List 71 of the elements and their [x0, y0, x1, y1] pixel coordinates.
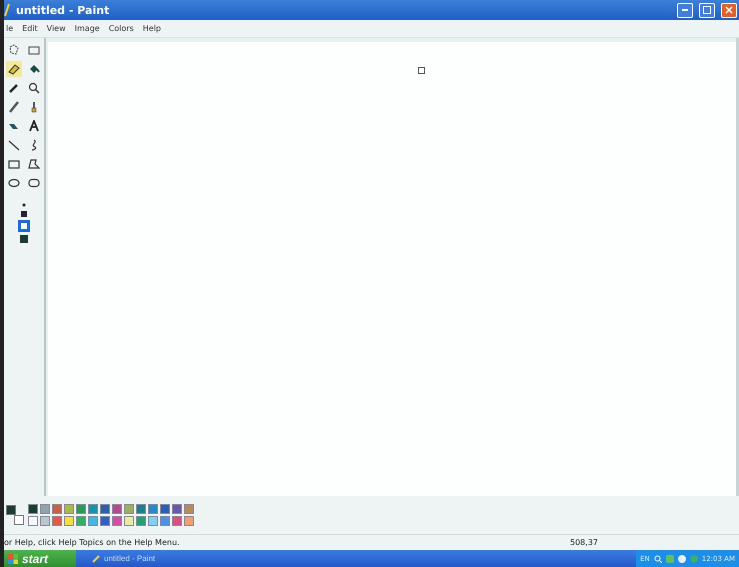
color-swatch[interactable]: [148, 504, 158, 514]
maximize-button[interactable]: [699, 2, 715, 18]
color-swatch[interactable]: [124, 504, 134, 514]
color-swatch[interactable]: [28, 516, 38, 526]
paint-bucket-icon: [28, 63, 40, 75]
color-swatch[interactable]: [172, 516, 182, 526]
color-swatch[interactable]: [112, 516, 122, 526]
current-color-swatch[interactable]: [6, 505, 16, 515]
color-swatch[interactable]: [88, 504, 98, 514]
square-icon: [20, 235, 28, 243]
color-swatch[interactable]: [28, 504, 38, 514]
color-swatch[interactable]: [64, 504, 74, 514]
color-swatch[interactable]: [76, 516, 86, 526]
color-swatch[interactable]: [184, 516, 194, 526]
minimize-icon: [682, 9, 688, 11]
menu-item[interactable]: Colors: [108, 24, 134, 33]
close-icon: [725, 6, 733, 14]
color-swatch[interactable]: [136, 504, 146, 514]
color-swatch[interactable]: [64, 516, 74, 526]
taskbar-button[interactable]: untitled - Paint: [88, 551, 238, 566]
menu-item[interactable]: Help: [142, 24, 162, 33]
ellipse-icon: [8, 177, 20, 189]
menu-item[interactable]: le: [6, 24, 14, 33]
menu-item[interactable]: Image: [74, 24, 100, 33]
tool-button[interactable]: [6, 61, 22, 77]
polygon-icon: [28, 158, 40, 170]
select-icon: [28, 44, 40, 56]
color-swatch[interactable]: [124, 516, 134, 526]
status-message: or Help, click Help Topics on the Help Menu.: [4, 538, 181, 547]
free-select-icon: [8, 44, 20, 56]
magnifier-icon: [28, 82, 40, 94]
color-swatch[interactable]: [40, 504, 50, 514]
color-swatch[interactable]: [184, 504, 194, 514]
menu-item[interactable]: View: [46, 24, 66, 33]
magnifier-icon[interactable]: [654, 554, 662, 562]
windows-logo-icon: [8, 554, 18, 564]
color-swatch[interactable]: [160, 504, 170, 514]
color-swatch[interactable]: [100, 504, 110, 514]
rectangle-icon: [8, 158, 20, 170]
eraser-icon: [8, 63, 20, 75]
current-color-swatch[interactable]: [14, 515, 24, 525]
pencil-icon: [8, 101, 20, 113]
maximize-icon: [703, 6, 711, 14]
brush-size-option[interactable]: [22, 203, 26, 207]
eyedropper-icon: [8, 82, 20, 94]
tool-button[interactable]: [6, 99, 22, 115]
color-swatch[interactable]: [136, 516, 146, 526]
color-swatch[interactable]: [148, 516, 158, 526]
small-dot-icon: [22, 203, 26, 207]
menu-item[interactable]: Edit: [22, 24, 38, 33]
letter-icon: [28, 120, 40, 132]
color-swatch[interactable]: [172, 504, 182, 514]
color-swatch[interactable]: [160, 516, 170, 526]
line-icon: [8, 139, 20, 151]
color-swatch[interactable]: [76, 504, 86, 514]
paint-icon: [4, 3, 10, 17]
paint-icon: [92, 554, 100, 562]
color-swatch[interactable]: [100, 516, 110, 526]
square-outline-icon: [19, 221, 29, 231]
color-swatch[interactable]: [112, 504, 122, 514]
window-title: untitled - Paint: [16, 4, 110, 16]
cursor-coordinates: 508,37: [570, 538, 598, 547]
tool-button[interactable]: [26, 80, 42, 96]
minimize-button[interactable]: [677, 2, 693, 18]
color-swatch[interactable]: [40, 516, 50, 526]
close-button[interactable]: [721, 2, 737, 18]
color-swatch[interactable]: [88, 516, 98, 526]
color-swatch[interactable]: [52, 504, 62, 514]
rounded-rectangle-icon: [28, 177, 40, 189]
color-swatch[interactable]: [52, 516, 62, 526]
resize-handle[interactable]: [418, 67, 425, 74]
